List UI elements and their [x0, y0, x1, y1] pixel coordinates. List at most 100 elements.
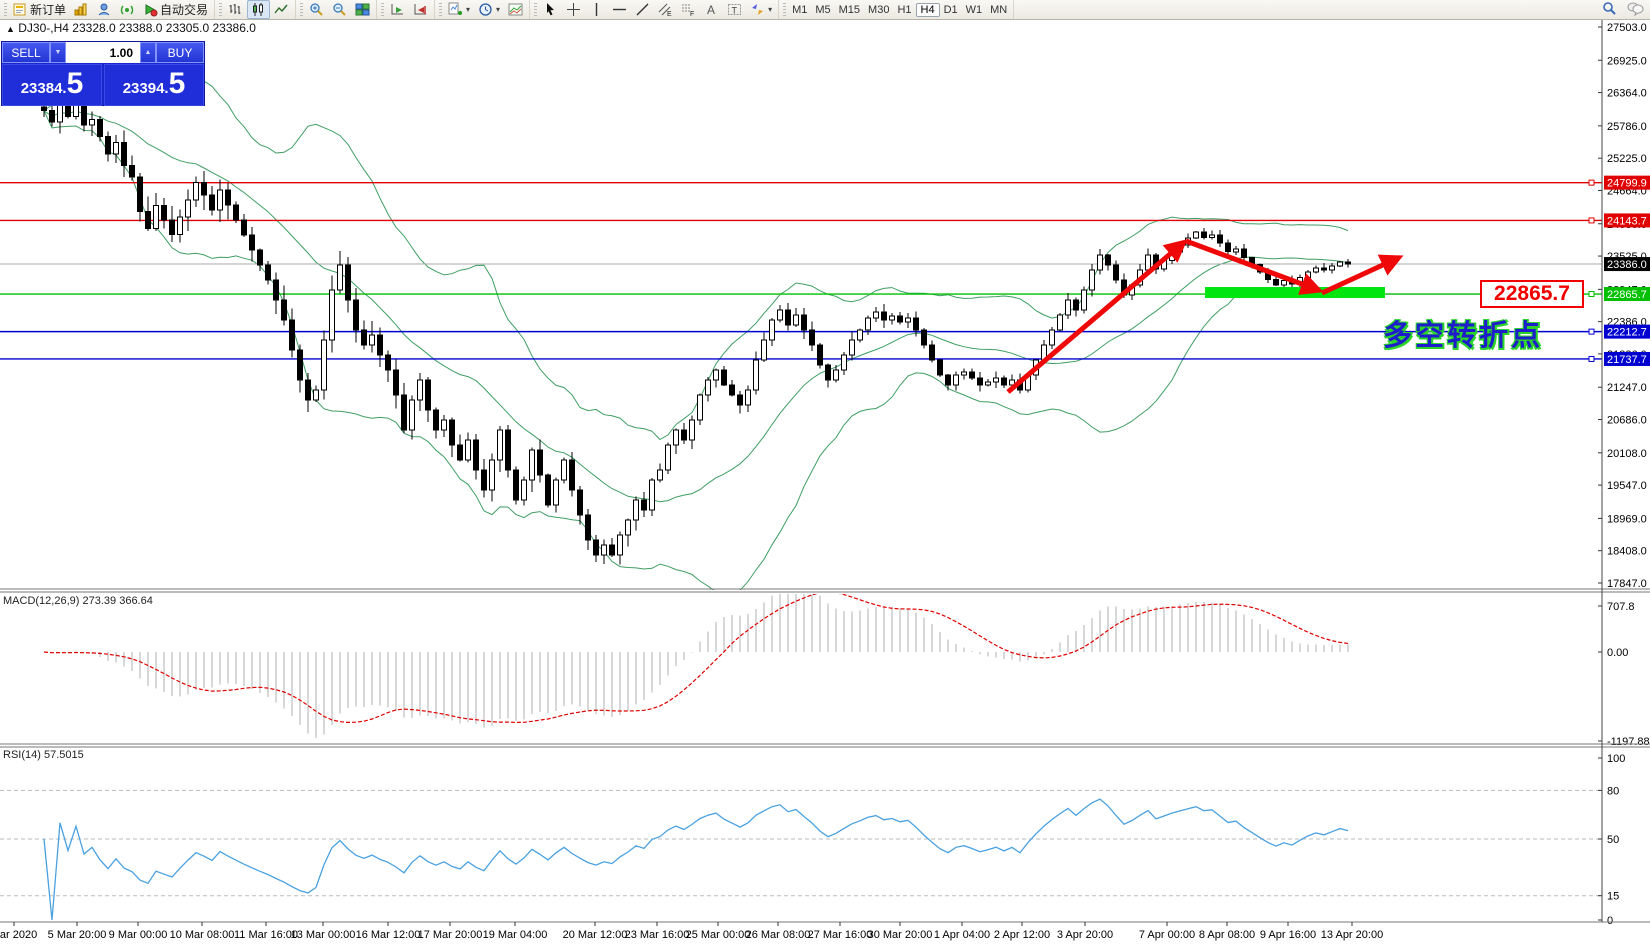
timeframe-d1[interactable]: D1 — [940, 4, 962, 16]
svg-text:19547.0: 19547.0 — [1607, 480, 1647, 492]
timeframe-m1[interactable]: M1 — [788, 4, 811, 16]
timeframe-mn[interactable]: MN — [986, 4, 1011, 16]
svg-text:26925.0: 26925.0 — [1607, 55, 1647, 67]
svg-text:24799.9: 24799.9 — [1607, 178, 1647, 190]
svg-text:15: 15 — [1607, 891, 1619, 903]
svg-text:T: T — [732, 6, 738, 16]
ohlc-close: 23386.0 — [213, 21, 256, 35]
price-label-24143.7: 24143.7 — [1604, 213, 1650, 227]
symbol-period: DJ30-,H4 — [18, 21, 69, 35]
charts-icon[interactable] — [70, 0, 93, 19]
chart-type-group — [215, 0, 296, 19]
svg-text:23 Mar 16:00: 23 Mar 16:00 — [625, 929, 690, 941]
chart-shift-button[interactable] — [409, 0, 432, 19]
auto-scroll-button[interactable] — [386, 0, 409, 19]
svg-text:707.8: 707.8 — [1607, 601, 1635, 613]
vertical-line-icon — [589, 2, 604, 17]
pivot-annotation-text[interactable]: 多空转折点 — [1383, 312, 1543, 354]
arrows-button[interactable]: ▾ — [746, 0, 776, 19]
svg-text:A: A — [707, 3, 715, 17]
sell-button[interactable]: SELL — [2, 42, 50, 63]
auto-trading-button[interactable]: 自动交易 — [139, 0, 212, 20]
crosshair-icon — [566, 2, 581, 17]
timeframe-h4[interactable]: H4 — [916, 3, 940, 17]
profile-icon-icon — [97, 2, 112, 17]
chat-icon[interactable] — [1627, 1, 1644, 19]
svg-text:16 Mar 12:00: 16 Mar 12:00 — [356, 929, 421, 941]
candlestick-chart-icon — [251, 2, 266, 17]
svg-text:25 Mar 00:00: 25 Mar 00:00 — [686, 929, 751, 941]
price-label-22865.7: 22865.7 — [1604, 287, 1650, 301]
text-label-button[interactable]: T — [723, 0, 746, 19]
templates-button[interactable] — [504, 0, 527, 19]
price-label-23386: 23386.0 — [1604, 257, 1650, 271]
price-label-22212.7: 22212.7 — [1604, 325, 1650, 339]
buy-price[interactable]: 23394. 5 — [104, 64, 204, 106]
equidistant-channel-button[interactable]: E — [654, 0, 677, 19]
svg-text:F: F — [690, 11, 694, 17]
svg-text:Mar 2020: Mar 2020 — [0, 929, 37, 941]
price-label-21737.7: 21737.7 — [1604, 352, 1650, 366]
trendline-button[interactable] — [631, 0, 654, 19]
timeframe-m15[interactable]: M15 — [835, 4, 864, 16]
volume-input[interactable]: 1.00 — [66, 42, 140, 63]
svg-text:30 Mar 20:00: 30 Mar 20:00 — [868, 929, 933, 941]
timeframe-w1[interactable]: W1 — [962, 4, 987, 16]
line-chart-button[interactable] — [270, 0, 293, 19]
sell-price[interactable]: 23384. 5 — [2, 64, 102, 106]
volume-increase-button[interactable]: ▲ — [140, 42, 156, 63]
vertical-line-button[interactable] — [585, 0, 608, 19]
svg-text:0.00: 0.00 — [1607, 647, 1628, 659]
signals-icon[interactable] — [116, 0, 139, 19]
indicators-button[interactable]: ▾ — [444, 0, 474, 19]
periods-icon — [478, 2, 493, 17]
crosshair-button[interactable] — [562, 0, 585, 19]
profile-icon[interactable] — [93, 0, 116, 19]
collapse-triangle-icon[interactable]: ▲ — [6, 24, 15, 34]
timeframe-h1[interactable]: H1 — [893, 4, 915, 16]
cursor-button[interactable] — [539, 0, 562, 19]
signals-icon-icon — [120, 2, 135, 17]
zoom-in-button[interactable] — [305, 0, 328, 19]
svg-text:27 Mar 16:00: 27 Mar 16:00 — [808, 929, 873, 941]
fibonacci-button[interactable]: F — [677, 0, 700, 19]
bar-chart-button[interactable] — [224, 0, 247, 19]
svg-text:27503.0: 27503.0 — [1607, 22, 1647, 34]
timeframe-m5[interactable]: M5 — [811, 4, 834, 16]
indicators-icon — [448, 2, 463, 17]
zoom-group — [296, 0, 377, 19]
support-price-callout[interactable]: 22865.7 — [1480, 280, 1584, 308]
svg-text:17 Mar 20:00: 17 Mar 20:00 — [418, 929, 483, 941]
periods-button[interactable]: ▾ — [474, 0, 504, 19]
svg-text:80: 80 — [1607, 785, 1619, 797]
tile-windows-button[interactable] — [351, 0, 374, 19]
ohlc-open: 23328.0 — [72, 21, 115, 35]
svg-text:20686.0: 20686.0 — [1607, 415, 1647, 427]
price-label-24799.9: 24799.9 — [1604, 176, 1650, 190]
chevron-down-icon: ▾ — [496, 5, 500, 14]
chart-shift-icon — [413, 2, 428, 17]
svg-text:18408.0: 18408.0 — [1607, 546, 1647, 558]
zoom-out-button[interactable] — [328, 0, 351, 19]
cursor-icon — [543, 2, 558, 17]
buy-button[interactable]: BUY — [156, 42, 204, 63]
new-order-button[interactable]: 新订单 — [9, 0, 70, 20]
timeframe-m30[interactable]: M30 — [864, 4, 893, 16]
horizontal-line-icon — [612, 2, 627, 17]
chart-canvas: 27503.026925.026364.025786.025225.024664… — [0, 0, 1650, 946]
svg-text:26 Mar 08:00: 26 Mar 08:00 — [746, 929, 811, 941]
templates-icon — [508, 2, 523, 17]
svg-text:9 Mar 00:00: 9 Mar 00:00 — [109, 929, 168, 941]
horizontal-line-button[interactable] — [608, 0, 631, 19]
search-icon[interactable] — [1602, 1, 1617, 19]
svg-text:13 Apr 20:00: 13 Apr 20:00 — [1321, 929, 1383, 941]
text-label-icon: T — [727, 2, 742, 17]
candlestick-chart-button[interactable] — [247, 0, 270, 19]
svg-text:7 Apr 00:00: 7 Apr 00:00 — [1139, 929, 1195, 941]
svg-text:20 Mar 12:00: 20 Mar 12:00 — [563, 929, 628, 941]
svg-text:100: 100 — [1607, 753, 1625, 765]
text-button[interactable]: A — [700, 0, 723, 19]
timeframe-bar: M1M5M15M30H1H4D1W1MN — [779, 0, 1014, 19]
svg-text:25225.0: 25225.0 — [1607, 153, 1647, 165]
volume-decrease-button[interactable]: ▼ — [50, 42, 66, 63]
